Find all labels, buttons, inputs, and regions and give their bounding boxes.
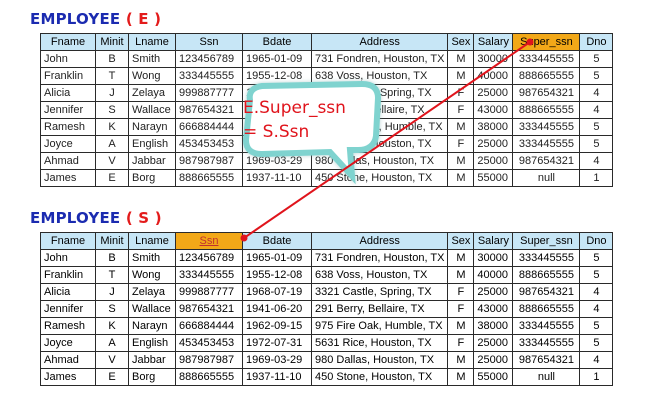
callout-line-1: E.Super_ssn (243, 98, 346, 118)
callout-line-2: = S.Ssn (243, 122, 310, 142)
callout-bubble (242, 80, 382, 185)
callout-text: E.Super_ssn = S.Ssn (243, 96, 373, 144)
